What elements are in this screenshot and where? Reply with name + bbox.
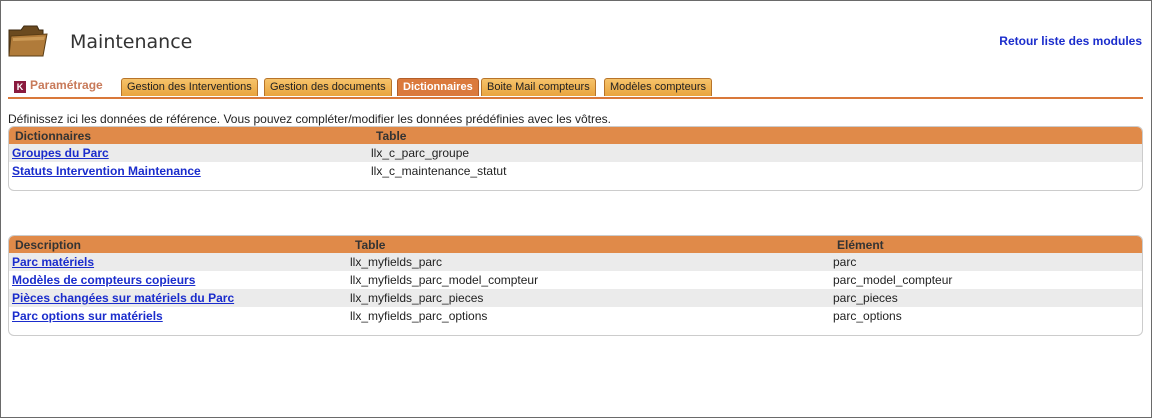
extrafields-table: Description Table Elément Parc matériels… xyxy=(8,235,1143,336)
table-cell: llx_myfields_parc_pieces xyxy=(350,291,484,305)
table-cell: llx_c_maintenance_statut xyxy=(371,164,507,178)
table-cell: llx_myfields_parc_options xyxy=(350,309,488,323)
tab-interventions[interactable]: Gestion des Interventions xyxy=(121,78,258,96)
setup-label: K Paramétrage xyxy=(14,78,103,93)
extrafield-link[interactable]: Modèles de compteurs copieurs xyxy=(12,273,195,287)
table-header: Description Table Elément xyxy=(9,236,1142,253)
table-row: Parc matériels llx_myfields_parc parc xyxy=(9,253,1142,271)
page-title: Maintenance xyxy=(70,31,193,53)
folder-icon xyxy=(8,25,48,57)
tab-bar: K Paramétrage Gestion des Interventions G… xyxy=(8,75,1143,99)
table-cell: llx_c_parc_groupe xyxy=(371,146,470,160)
dictionary-link[interactable]: Groupes du Parc xyxy=(12,146,109,160)
table-row: Statuts Intervention Maintenance llx_c_m… xyxy=(9,162,1142,180)
intro-text: Définissez ici les données de référence.… xyxy=(8,112,611,126)
back-to-modules-link[interactable]: Retour liste des modules xyxy=(999,34,1142,48)
column-header: Table xyxy=(376,129,407,143)
column-header: Table xyxy=(355,238,386,252)
table-cell: parc_model_compteur xyxy=(833,273,953,287)
extrafield-link[interactable]: Pièces changées sur matériels du Parc xyxy=(12,291,234,305)
table-cell: parc xyxy=(833,255,857,269)
column-header: Dictionnaires xyxy=(15,129,92,143)
table-cell: parc_pieces xyxy=(833,291,898,305)
table-row: Modèles de compteurs copieurs llx_myfiel… xyxy=(9,271,1142,289)
table-row: Groupes du Parc llx_c_parc_groupe xyxy=(9,144,1142,162)
setup-label-text: Paramétrage xyxy=(30,78,103,92)
setup-module-icon: K xyxy=(14,81,26,93)
column-header: Elément xyxy=(837,238,884,252)
table-cell: parc_options xyxy=(833,309,902,323)
table-cell: llx_myfields_parc_model_compteur xyxy=(350,273,539,287)
extrafield-link[interactable]: Parc options sur matériels xyxy=(12,309,163,323)
dictionaries-table: Dictionnaires Table Groupes du Parc llx_… xyxy=(8,126,1143,191)
table-row: Parc options sur matériels llx_myfields_… xyxy=(9,307,1142,325)
table-header: Dictionnaires Table xyxy=(9,127,1142,144)
extrafield-link[interactable]: Parc matériels xyxy=(12,255,94,269)
table-row: Pièces changées sur matériels du Parc ll… xyxy=(9,289,1142,307)
tab-documents[interactable]: Gestion des documents xyxy=(264,78,392,96)
tab-dictionaries[interactable]: Dictionnaires xyxy=(397,78,479,96)
page-frame xyxy=(0,0,1152,418)
tab-mail-counters[interactable]: Boite Mail compteurs xyxy=(481,78,596,96)
tab-counter-models[interactable]: Modèles compteurs xyxy=(604,78,712,96)
dictionary-link[interactable]: Statuts Intervention Maintenance xyxy=(12,164,201,178)
table-cell: llx_myfields_parc xyxy=(350,255,443,269)
column-header: Description xyxy=(15,238,82,252)
